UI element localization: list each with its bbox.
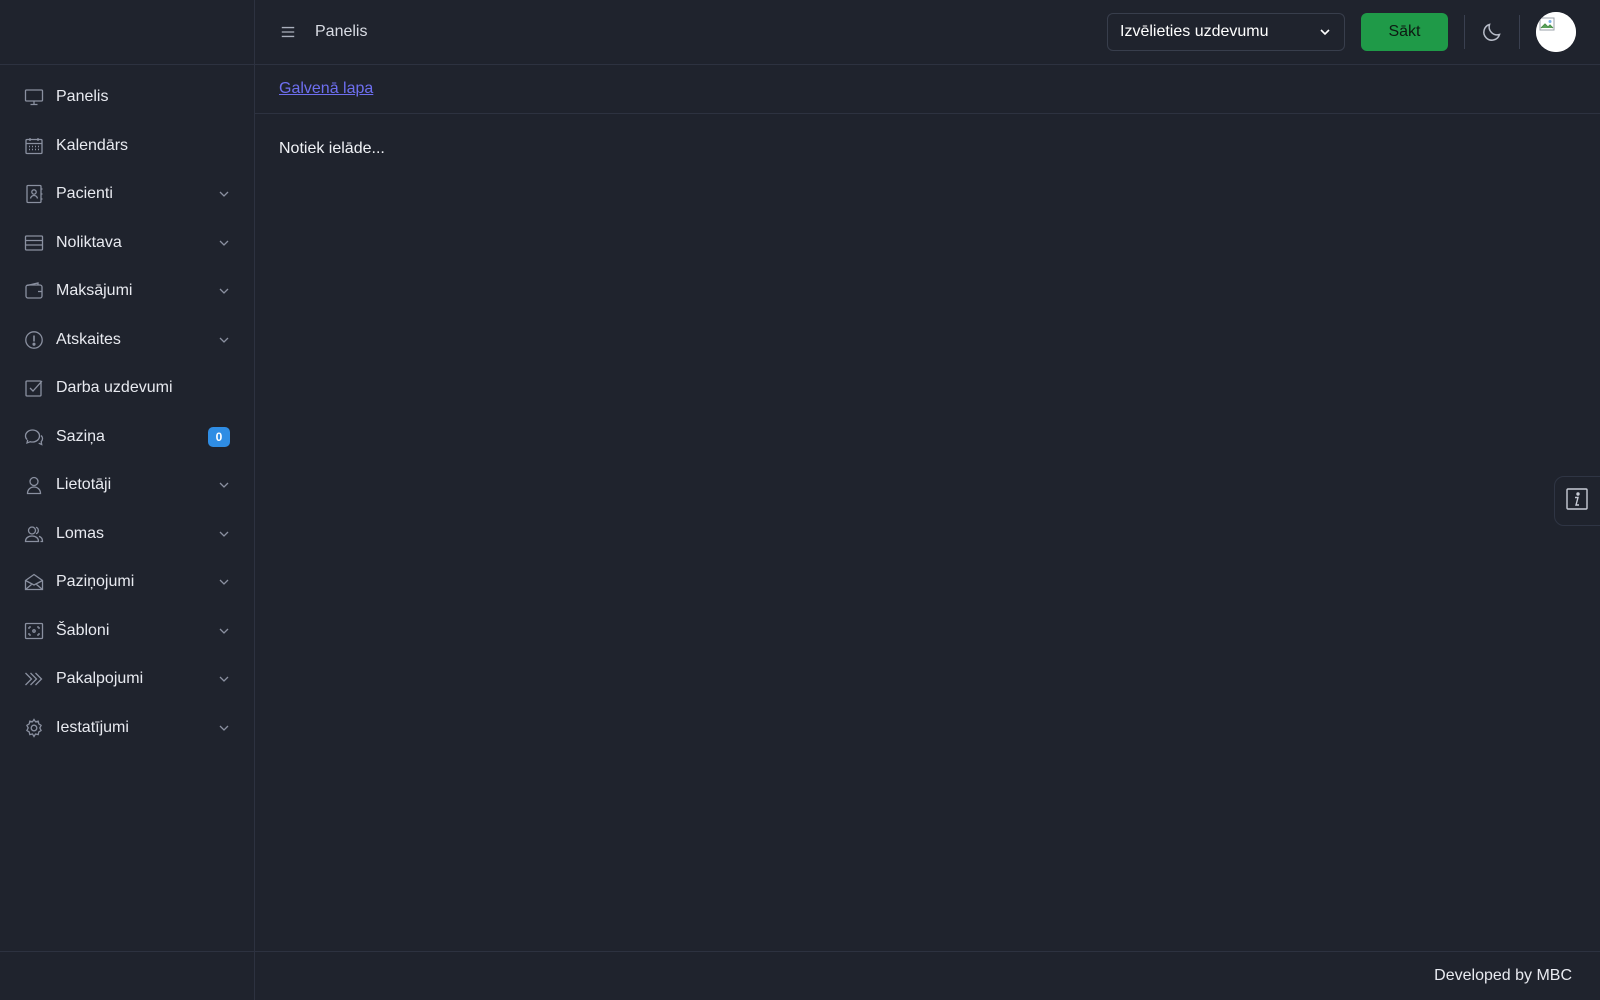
sidebar-item-label: Pacienti — [56, 185, 113, 203]
moon-icon[interactable] — [1481, 21, 1503, 43]
breadcrumb-home-link[interactable]: Galvenā lapa — [279, 80, 373, 98]
alert-circle-icon — [24, 330, 44, 350]
sidebar-item-label: Panelis — [56, 88, 109, 106]
sidebar-footer — [0, 951, 254, 1000]
chevron-down-icon — [218, 625, 230, 637]
chevron-down-icon — [218, 334, 230, 346]
sidebar-item-sabloni[interactable]: Šabloni — [0, 607, 254, 656]
chat-icon — [24, 427, 44, 447]
page-title: Panelis — [315, 23, 368, 40]
avatar[interactable] — [1536, 12, 1576, 52]
sidebar-item-kalendars[interactable]: Kalendārs — [0, 122, 254, 171]
divider — [1519, 15, 1520, 49]
sidebar-item-sazina[interactable]: Saziņa 0 — [0, 413, 254, 462]
sidebar-item-lomas[interactable]: Lomas — [0, 510, 254, 559]
sidebar-item-label: Maksājumi — [56, 282, 133, 300]
sidebar-brand — [0, 0, 254, 65]
main-content: Notiek ielāde... — [255, 114, 1600, 951]
sidebar-item-pacienti[interactable]: Pacienti — [0, 170, 254, 219]
double-chevron-icon — [24, 669, 44, 689]
sidebar-item-label: Kalendārs — [56, 136, 129, 154]
calendar-icon — [24, 136, 44, 156]
sidebar-item-label: Lietotāji — [56, 476, 112, 494]
sidebar-item-label: Saziņa — [56, 427, 105, 445]
sidebar-item-darba-uzdevumi[interactable]: Darba uzdevumi — [0, 364, 254, 413]
sidebar-item-maksajumi[interactable]: Maksājumi — [0, 267, 254, 316]
template-icon — [24, 621, 44, 641]
chevron-down-icon — [218, 285, 230, 297]
sidebar-item-label: Atskaites — [56, 330, 121, 348]
sidebar-item-atskaites[interactable]: Atskaites — [0, 316, 254, 365]
sidebar-nav: Panelis Kalendārs Pacienti Noliktava Mak… — [0, 65, 254, 752]
info-icon — [1565, 487, 1589, 516]
user-icon — [24, 475, 44, 495]
chevron-down-icon — [1318, 25, 1332, 39]
app-root: Panelis Kalendārs Pacienti Noliktava Mak… — [0, 0, 1600, 1000]
chevron-down-icon — [218, 479, 230, 491]
sidebar-item-label: Iestatījumi — [56, 718, 129, 736]
sidebar-item-label: Darba uzdevumi — [56, 379, 173, 397]
sidebar-item-label: Pakalpojumi — [56, 670, 144, 688]
sidebar-item-lietotaji[interactable]: Lietotāji — [0, 461, 254, 510]
unread-count-badge: 0 — [208, 426, 230, 447]
topbar-actions: Izvēlieties uzdevumu Sākt — [1107, 12, 1576, 52]
sidebar: Panelis Kalendārs Pacienti Noliktava Mak… — [0, 0, 255, 1000]
footer-credit: Developed by MBC — [1434, 967, 1572, 984]
sidebar-item-pakalpojumi[interactable]: Pakalpojumi — [0, 655, 254, 704]
checkbox-icon — [24, 378, 44, 398]
start-button[interactable]: Sākt — [1361, 13, 1448, 51]
chevron-down-icon — [218, 673, 230, 685]
info-panel-toggle[interactable] — [1554, 476, 1600, 526]
chevron-down-icon — [218, 528, 230, 540]
contact-book-icon — [24, 184, 44, 204]
footer: Developed by MBC — [255, 951, 1600, 1000]
sidebar-item-label: Šabloni — [56, 621, 110, 639]
chevron-down-icon — [218, 237, 230, 249]
chevron-down-icon — [218, 722, 230, 734]
sidebar-item-label: Paziņojumi — [56, 573, 135, 591]
task-select[interactable]: Izvēlieties uzdevumu — [1107, 13, 1345, 51]
hamburger-menu-icon[interactable] — [279, 23, 297, 41]
divider — [1464, 15, 1465, 49]
sidebar-item-panelis[interactable]: Panelis — [0, 73, 254, 122]
wallet-icon — [24, 281, 44, 301]
chevron-down-icon — [218, 188, 230, 200]
users-icon — [24, 524, 44, 544]
gear-icon — [24, 718, 44, 738]
chevron-down-icon — [218, 576, 230, 588]
warehouse-icon — [24, 233, 44, 253]
envelope-icon — [24, 572, 44, 592]
sidebar-item-noliktava[interactable]: Noliktava — [0, 219, 254, 268]
sidebar-item-pazinojumi[interactable]: Paziņojumi — [0, 558, 254, 607]
sidebar-item-label: Noliktava — [56, 233, 122, 251]
topbar: Panelis Izvēlieties uzdevumu Sākt — [255, 0, 1600, 65]
monitor-icon — [24, 87, 44, 107]
loading-text: Notiek ielāde... — [279, 140, 385, 157]
breadcrumb: Galvenā lapa — [255, 65, 1600, 114]
sidebar-item-iestatijumi[interactable]: Iestatījumi — [0, 704, 254, 753]
sidebar-item-label: Lomas — [56, 524, 105, 542]
task-select-value: Izvēlieties uzdevumu — [1120, 23, 1269, 40]
